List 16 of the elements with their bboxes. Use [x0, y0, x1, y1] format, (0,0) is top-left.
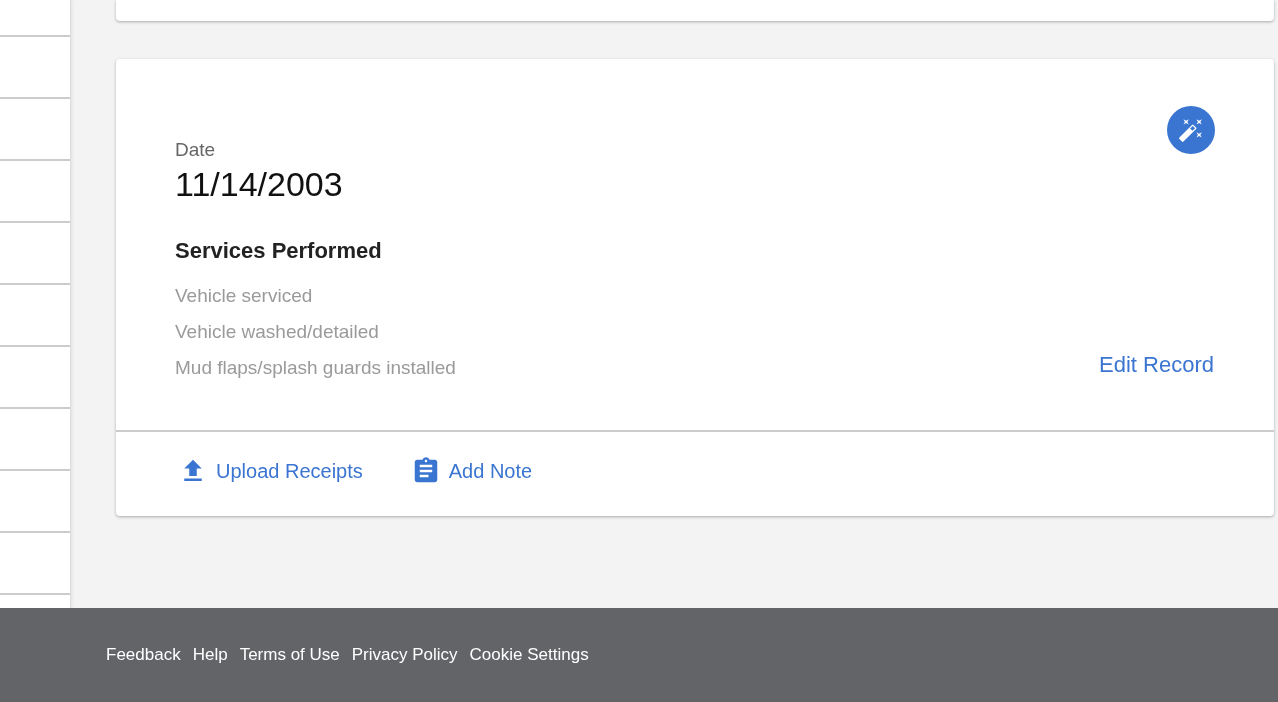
- footer-link[interactable]: Feedback: [106, 645, 181, 665]
- action-link[interactable]: Add Note: [410, 456, 533, 486]
- footer-link[interactable]: Cookie Settings: [469, 645, 589, 665]
- footer-link[interactable]: Privacy Policy: [351, 645, 458, 665]
- footer-link[interactable]: Help: [192, 645, 228, 665]
- service-item: Vehicle washed/detailed: [175, 320, 379, 344]
- service-item: Vehicle serviced: [175, 284, 313, 308]
- magic-wand-icon: [1178, 117, 1204, 143]
- action-link[interactable]: Upload Receipts: [178, 456, 363, 486]
- service-item: Mud flaps/splash guards installed: [175, 356, 456, 380]
- footer-link[interactable]: Terms of Use: [239, 645, 340, 665]
- magic-wand-button[interactable]: [1167, 106, 1215, 154]
- date-value: 11/14/2003: [175, 165, 344, 204]
- edit-record-link[interactable]: Edit Record: [1099, 352, 1214, 378]
- services-title: Services Performed: [175, 238, 383, 264]
- date-label: Date: [175, 139, 217, 161]
